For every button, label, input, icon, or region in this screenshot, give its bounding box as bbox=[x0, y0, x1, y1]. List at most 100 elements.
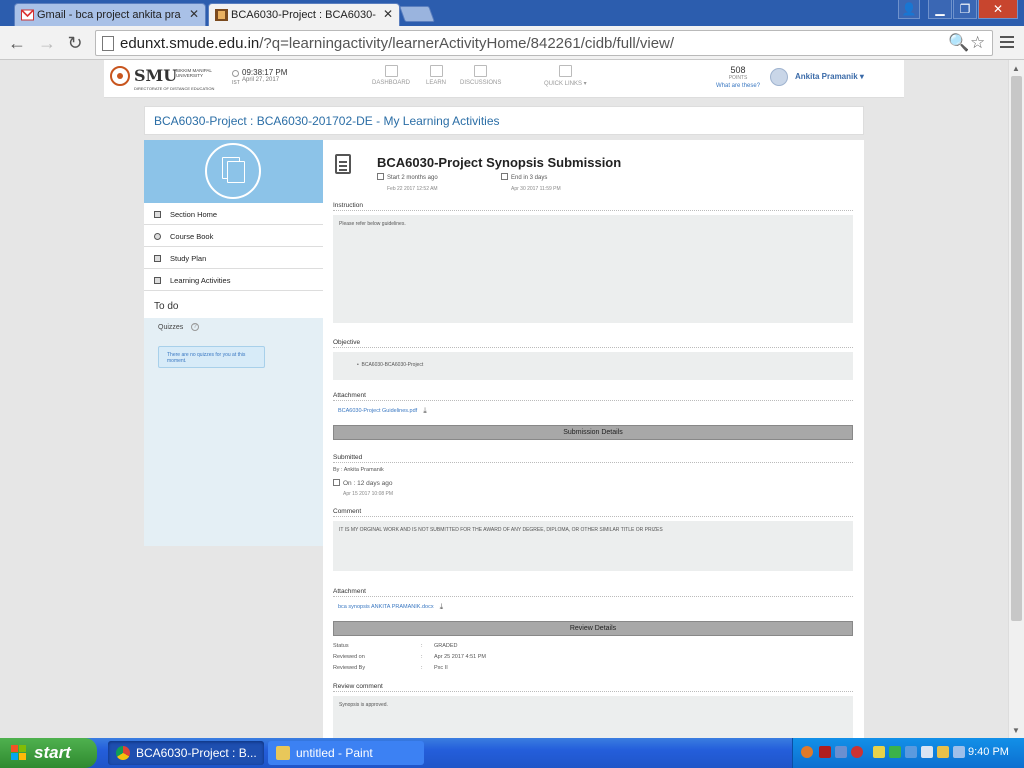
zoom-icon[interactable]: 🔍 bbox=[948, 33, 969, 53]
antivirus-icon[interactable] bbox=[851, 746, 863, 758]
points-label: POINTS bbox=[728, 75, 748, 81]
tab-gmail[interactable]: Gmail - bca project ankita pra ✕ bbox=[14, 3, 206, 26]
display-icon[interactable] bbox=[953, 746, 965, 758]
nav-discussions[interactable]: DISCUSSIONS bbox=[460, 65, 501, 86]
breadcrumb-text[interactable]: BCA6030-Project : BCA6030-201702-DE - My… bbox=[154, 114, 500, 128]
url-host: edunxt.smude.edu.in bbox=[120, 35, 260, 52]
points-value: 508 bbox=[730, 65, 746, 75]
nav-learn[interactable]: LEARN bbox=[426, 65, 446, 86]
close-tab-icon[interactable]: ✕ bbox=[383, 7, 393, 21]
end-label: End in 3 days bbox=[511, 175, 548, 181]
timezone-label: IST bbox=[232, 80, 240, 86]
windows-flag-icon bbox=[11, 745, 27, 761]
url-path: /?q=learningactivity/learnerActivityHome… bbox=[259, 35, 675, 52]
chrome-menu-icon[interactable] bbox=[1000, 36, 1014, 51]
review-key: Reviewed By bbox=[333, 665, 366, 671]
task-label: untitled - Paint bbox=[296, 746, 373, 760]
tray-app-icon[interactable] bbox=[905, 746, 917, 758]
attachment-file[interactable]: BCA6030-Project Guidelines.pdf bbox=[338, 408, 417, 414]
document-icon bbox=[335, 154, 351, 174]
nav-quick-links[interactable]: QUICK LINKS ▾ bbox=[544, 65, 587, 87]
close-window-button[interactable]: ✕ bbox=[978, 0, 1018, 19]
back-arrow-icon[interactable]: ← bbox=[6, 32, 28, 54]
user-name-text: Ankita Pramanik bbox=[795, 72, 858, 81]
objective-item: • BCA6030-BCA6030-Project bbox=[357, 362, 424, 368]
tray-app-icon[interactable] bbox=[873, 746, 885, 758]
sidebar-item-study-plan[interactable]: Study Plan bbox=[144, 247, 323, 269]
system-tray: 9:40 PM bbox=[792, 738, 1024, 768]
smu-logo[interactable]: SMU SIKKIM MANIPAL UNIVERSITY DIRECTORAT… bbox=[110, 66, 214, 92]
tab-bca-project[interactable]: BCA6030-Project : BCA6030- ✕ bbox=[208, 3, 400, 26]
start-info: Start 2 months ago Feb 22 2017 12:52 AM bbox=[377, 173, 438, 192]
submission-attachment-link[interactable]: bca synopsis ANKITA PRAMANIK.docx ⤓ bbox=[338, 602, 443, 612]
quizzes-label: Quizzes bbox=[158, 324, 184, 331]
scroll-down-icon[interactable]: ▼ bbox=[1012, 726, 1020, 735]
attachment2-file[interactable]: bca synopsis ANKITA PRAMANIK.docx bbox=[338, 604, 434, 610]
objective-box: • BCA6030-BCA6030-Project bbox=[333, 352, 853, 380]
home-icon bbox=[384, 65, 398, 77]
attachment-link[interactable]: BCA6030-Project Guidelines.pdf ⤓ bbox=[338, 406, 427, 416]
volume-icon[interactable] bbox=[921, 746, 933, 758]
university-seal-icon bbox=[110, 66, 130, 86]
app-tray-icon[interactable] bbox=[819, 746, 831, 758]
new-tab-button[interactable] bbox=[399, 6, 435, 22]
calendar-icon bbox=[377, 173, 384, 180]
restore-button[interactable]: ❐ bbox=[953, 0, 977, 19]
comment-label: Comment bbox=[333, 508, 853, 517]
grid-icon bbox=[558, 65, 572, 77]
breadcrumb: BCA6030-Project : BCA6030-201702-DE - My… bbox=[144, 106, 864, 135]
user-profile-icon[interactable]: 👤 bbox=[898, 0, 920, 19]
browser-toolbar: ← → ↻ edunxt.smude.edu.in/?q=learningact… bbox=[0, 26, 1024, 60]
course-book-icon bbox=[154, 233, 161, 240]
calendar-icon bbox=[501, 173, 508, 180]
review-comment-label: Review comment bbox=[333, 683, 853, 692]
page-scrollbar[interactable]: ▲ ▼ bbox=[1008, 60, 1024, 738]
taskbar-chrome[interactable]: BCA6030-Project : B... bbox=[108, 741, 264, 765]
comment-box: IT IS MY ORGINAL WORK AND IS NOT SUBMITT… bbox=[333, 521, 853, 571]
sidebar-item-learning-activities[interactable]: Learning Activities bbox=[144, 269, 323, 291]
objective-label: Objective bbox=[333, 339, 853, 348]
sidebar-item-label: Course Book bbox=[170, 232, 214, 241]
scrollbar-thumb[interactable] bbox=[1011, 76, 1022, 621]
sidebar-item-course-book[interactable]: Course Book bbox=[144, 225, 323, 247]
forward-arrow-icon[interactable]: → bbox=[36, 32, 58, 54]
close-tab-icon[interactable]: ✕ bbox=[189, 7, 199, 21]
minimize-button[interactable]: ▁ bbox=[928, 0, 952, 19]
taskbar: start BCA6030-Project : B... untitled - … bbox=[0, 738, 1024, 768]
scroll-up-icon[interactable]: ▲ bbox=[1012, 64, 1020, 73]
tray-app-icon[interactable] bbox=[889, 746, 901, 758]
todo-panel: Quizzes ? There are no quizzes for you a… bbox=[144, 318, 323, 546]
start-button[interactable]: start bbox=[0, 738, 97, 768]
course-sidebar: Section Home Course Book Study Plan Lear… bbox=[144, 140, 323, 546]
word-icon[interactable] bbox=[937, 746, 949, 758]
download-icon[interactable]: ⤓ bbox=[440, 602, 444, 612]
clock-date: April 27, 2017 bbox=[242, 77, 280, 83]
tab-title: Gmail - bca project ankita pra bbox=[37, 9, 181, 21]
address-bar[interactable]: edunxt.smude.edu.in/?q=learningactivity/… bbox=[95, 30, 993, 56]
nav-dashboard[interactable]: DASHBOARD bbox=[372, 65, 410, 86]
help-icon[interactable]: ? bbox=[191, 323, 199, 331]
tab-title: BCA6030-Project : BCA6030- bbox=[231, 9, 376, 21]
taskbar-paint[interactable]: untitled - Paint bbox=[268, 741, 424, 765]
chrome-icon bbox=[116, 746, 130, 760]
todo-heading: To do bbox=[154, 301, 179, 312]
points-help-link[interactable]: What are these? bbox=[716, 82, 760, 90]
submitted-on: On : 12 days ago bbox=[333, 479, 393, 487]
network-icon[interactable] bbox=[835, 746, 847, 758]
reload-icon[interactable]: ↻ bbox=[64, 32, 86, 54]
start-label: start bbox=[34, 743, 71, 762]
browser-tab-strip: Gmail - bca project ankita pra ✕ BCA6030… bbox=[0, 0, 1024, 26]
nav-label: QUICK LINKS bbox=[544, 81, 583, 87]
end-date: Apr 30 2017 11:59 PM bbox=[511, 186, 561, 192]
bookmark-star-icon[interactable]: ☆ bbox=[970, 33, 985, 53]
end-info: End in 3 days Apr 30 2017 11:59 PM bbox=[501, 173, 561, 192]
url-text[interactable]: edunxt.smude.edu.in/?q=learningactivity/… bbox=[120, 35, 674, 52]
page-title: BCA6030-Project Synopsis Submission bbox=[377, 155, 622, 170]
sidebar-item-section-home[interactable]: Section Home bbox=[144, 203, 323, 225]
download-icon[interactable]: ⤓ bbox=[423, 406, 427, 416]
avatar bbox=[770, 68, 788, 86]
section-home-icon bbox=[154, 211, 161, 218]
firefox-icon[interactable] bbox=[801, 746, 813, 758]
review-comment-box: Synopsis is approved. bbox=[333, 696, 853, 738]
submitted-on-text: On : 12 days ago bbox=[343, 480, 393, 487]
